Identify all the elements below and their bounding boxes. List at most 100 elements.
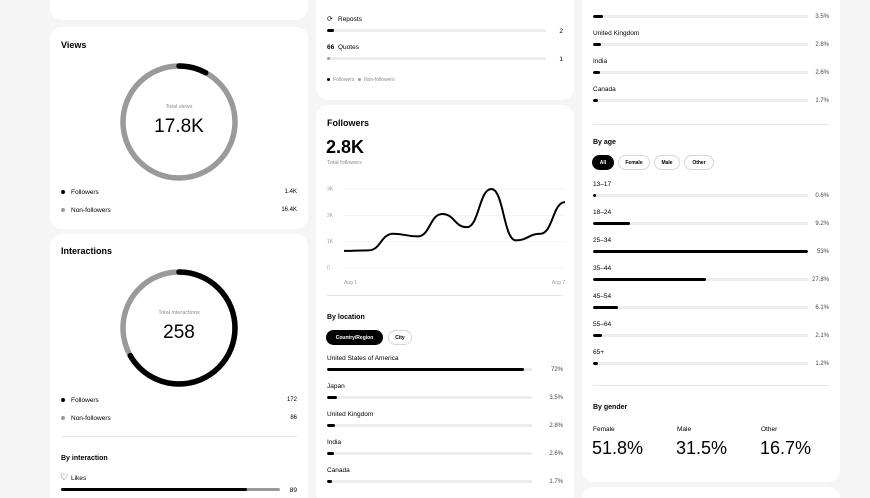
gender-male-value: 31.5% bbox=[676, 438, 728, 458]
y-tick-label: 3K bbox=[327, 187, 334, 193]
age-row-bar-fill bbox=[593, 194, 597, 197]
followers-card: Followers 2.8K Total followers 3K 2K 1K 0 Au… bbox=[316, 105, 574, 498]
tab-female[interactable]: Female bbox=[618, 155, 650, 170]
followers-total: 2.8K bbox=[326, 137, 365, 157]
age-row-label: 13–17 bbox=[593, 181, 612, 188]
tab-country-region[interactable]: Country/Region bbox=[326, 330, 383, 345]
age-row-bar bbox=[593, 250, 808, 253]
x-tick-label: Aug 7 bbox=[552, 280, 565, 286]
y-tick-label: 1K bbox=[327, 239, 334, 245]
demographics-card: By age All Female Male Other By gender F… bbox=[582, 0, 840, 482]
views-center-value: 17.8K bbox=[154, 116, 204, 137]
tab-city[interactable]: City bbox=[388, 330, 412, 345]
location-row-pct: 1.7% bbox=[815, 98, 829, 104]
by-age-title: By age bbox=[593, 139, 616, 146]
divider bbox=[61, 436, 297, 437]
bottom-right-card-stub bbox=[582, 487, 840, 498]
age-row-label: 25–34 bbox=[593, 237, 612, 244]
likes-value: 89 bbox=[289, 487, 297, 494]
age-row-bar-fill bbox=[593, 306, 618, 309]
views-center-label: Total views bbox=[165, 104, 193, 110]
age-row-pct: 9.2% bbox=[815, 221, 829, 227]
interactions-non-followers-label: Non-followers bbox=[71, 415, 111, 422]
views-title: Views bbox=[61, 40, 87, 50]
tab-male[interactable]: Male bbox=[654, 155, 680, 170]
gender-other-label: Other bbox=[761, 426, 778, 433]
likes-bar bbox=[61, 488, 280, 491]
quotes-value: 1 bbox=[559, 56, 563, 63]
location-row-pct: 3.5% bbox=[549, 395, 563, 401]
location-row-bar-fill bbox=[327, 480, 332, 483]
age-row-bar bbox=[593, 334, 808, 337]
age-row-label: 18–24 bbox=[593, 209, 612, 216]
tab-all[interactable]: All bbox=[592, 155, 614, 170]
followers-total-label: Total followers bbox=[327, 160, 362, 166]
age-row-pct: 6.1% bbox=[815, 305, 829, 311]
reposts-value: 2 bbox=[559, 28, 563, 35]
location-row-bar bbox=[327, 424, 532, 427]
location-row-pct: 1.7% bbox=[549, 479, 563, 485]
heart-icon: ♡ bbox=[60, 472, 69, 482]
interactions-followers-value: 172 bbox=[286, 397, 297, 403]
followers-line-chart: 3K 2K 1K 0 Aug 1 Aug 7 bbox=[327, 187, 566, 286]
location-row-label: United Kingdom bbox=[593, 30, 640, 37]
gender-other-value: 16.7% bbox=[760, 438, 812, 458]
location-row-bar bbox=[327, 396, 532, 399]
interactions-non-followers-value: 86 bbox=[290, 415, 297, 421]
top-left-card-stub bbox=[50, 0, 308, 20]
interaction-types-card: ⟳ Reposts 2 66 Quotes 1 Followers Non-fo… bbox=[316, 0, 574, 100]
age-row-bar bbox=[593, 222, 808, 225]
location-row-pct: 2.6% bbox=[549, 451, 563, 457]
age-row-bar bbox=[593, 306, 808, 309]
views-non-followers-value: 16.4K bbox=[281, 207, 297, 213]
location-row-pct: 72% bbox=[550, 367, 563, 373]
quotes-bar-fill bbox=[327, 57, 331, 60]
age-row-bar bbox=[593, 278, 808, 281]
age-row-bar-fill bbox=[593, 334, 602, 337]
legend-followers: Followers bbox=[333, 77, 355, 83]
non-followers-legend-dot bbox=[61, 416, 65, 420]
tab-other[interactable]: Other bbox=[684, 155, 714, 170]
location-row-label: United Kingdom bbox=[327, 411, 374, 418]
followers-legend-dot bbox=[61, 190, 65, 194]
y-tick-label: 0 bbox=[327, 266, 330, 272]
location-row-label: India bbox=[327, 439, 342, 446]
age-row-bar bbox=[593, 194, 808, 197]
non-followers-legend-dot bbox=[61, 208, 65, 212]
location-row-bar bbox=[593, 99, 808, 102]
views-non-followers-label: Non-followers bbox=[71, 207, 111, 214]
age-row-bar-fill bbox=[593, 250, 808, 253]
likes-label: Likes bbox=[71, 475, 87, 482]
reposts-label: Reposts bbox=[338, 16, 362, 23]
likes-bar-followers-fill bbox=[61, 488, 248, 491]
age-row-pct: 27.8% bbox=[811, 277, 829, 283]
by-gender-title: By gender bbox=[593, 404, 628, 411]
followers-legend-dot bbox=[327, 78, 330, 81]
location-row-bar bbox=[327, 452, 532, 455]
divider bbox=[327, 295, 563, 296]
interactions-center-label: Total interactions bbox=[158, 310, 200, 316]
divider bbox=[593, 385, 829, 386]
by-interaction-title: By interaction bbox=[61, 455, 108, 462]
location-row-label: India bbox=[593, 58, 608, 65]
location-row-bar-fill bbox=[593, 71, 601, 74]
location-row-bar-fill bbox=[327, 452, 335, 455]
age-row-pct: 2.1% bbox=[815, 333, 829, 339]
location-row-bar bbox=[593, 71, 808, 74]
gender-female-label: Female bbox=[593, 426, 615, 433]
age-row-pct: 53% bbox=[816, 249, 829, 255]
reposts-bar-fill bbox=[327, 29, 334, 32]
age-row-bar-fill bbox=[593, 222, 631, 225]
age-row-label: 45–54 bbox=[593, 293, 612, 300]
x-tick-label: Aug 1 bbox=[344, 280, 357, 286]
location-row-bar bbox=[593, 15, 808, 18]
quote-icon: 66 bbox=[327, 44, 335, 51]
followers-title: Followers bbox=[327, 118, 370, 128]
interactions-center-value: 258 bbox=[163, 322, 195, 343]
location-row-bar bbox=[327, 368, 532, 371]
location-row-pct: 2.6% bbox=[815, 70, 829, 76]
quotes-bar bbox=[327, 57, 546, 60]
age-row-pct: 1.2% bbox=[815, 361, 829, 367]
location-row-label: Canada bbox=[593, 86, 616, 93]
location-row-bar-fill bbox=[593, 43, 602, 46]
